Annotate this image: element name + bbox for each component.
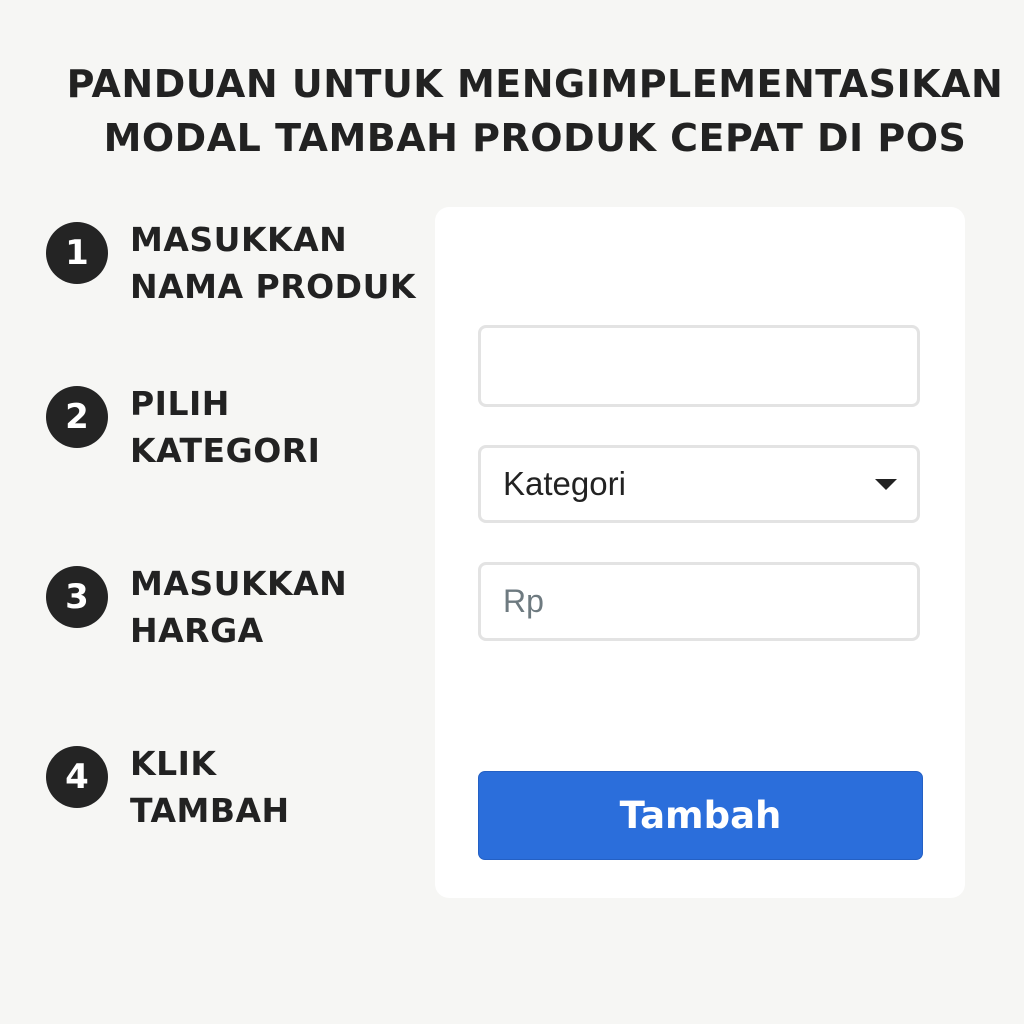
step-3: 3 MASUKKAN HARGA: [46, 564, 426, 666]
category-select[interactable]: Kategori: [478, 445, 920, 523]
step-label-line-1: MASUKKAN: [130, 564, 348, 603]
step-2: 2 PILIH KATEGORI: [46, 384, 426, 486]
step-label: KLIK TAMBAH: [130, 740, 290, 834]
category-select-value: Kategori: [503, 465, 626, 502]
step-label-line-2: KATEGORI: [130, 431, 321, 470]
step-number-badge: 3: [46, 566, 108, 628]
step-4: 4 KLIK TAMBAH: [46, 744, 426, 846]
product-name-input[interactable]: [478, 325, 920, 407]
chevron-down-icon: [875, 479, 897, 490]
step-number-badge: 2: [46, 386, 108, 448]
step-number-badge: 4: [46, 746, 108, 808]
add-product-button[interactable]: Tambah: [478, 771, 923, 860]
step-label-line-1: PILIH: [130, 384, 230, 423]
step-list: 1 MASUKKAN NAMA PRODUK 2 PILIH KATEGORI …: [0, 0, 420, 1024]
step-label-line-1: KLIK: [130, 744, 217, 783]
step-1: 1 MASUKKAN NAMA PRODUK: [46, 220, 426, 322]
add-product-modal: Kategori Tambah: [435, 207, 965, 898]
step-label: MASUKKAN NAMA PRODUK: [130, 216, 416, 310]
price-input[interactable]: [478, 562, 920, 641]
step-label-line-1: MASUKKAN: [130, 220, 348, 259]
step-label-line-2: HARGA: [130, 611, 264, 650]
step-label: MASUKKAN HARGA: [130, 560, 347, 654]
step-label-line-2: TAMBAH: [130, 791, 290, 830]
step-label: PILIH KATEGORI: [130, 380, 320, 474]
step-number-badge: 1: [46, 222, 108, 284]
step-label-line-2: NAMA PRODUK: [130, 267, 416, 306]
